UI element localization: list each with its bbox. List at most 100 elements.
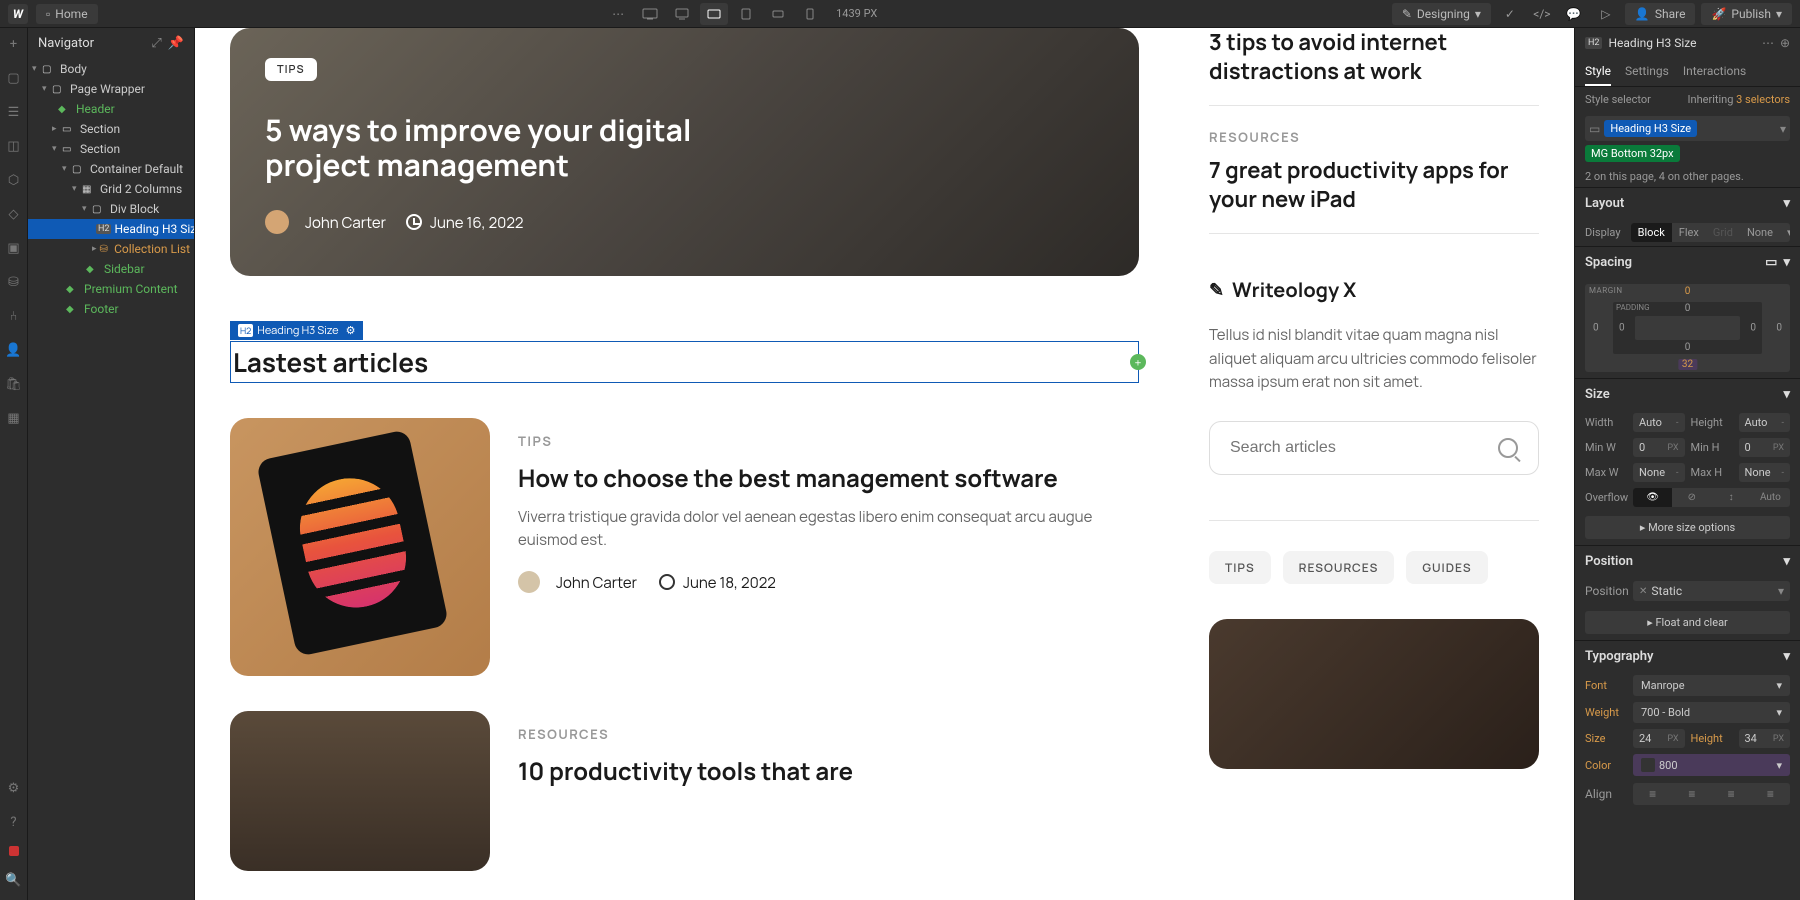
height-input[interactable]: Auto- [1739,413,1791,432]
device-desktop-large[interactable] [636,3,664,25]
variables-icon[interactable]: ⬡ [4,170,24,190]
tag-resources[interactable]: RESOURCES [1283,551,1395,584]
selection-badge[interactable]: H2 Heading H3 Size ⚙ [230,321,363,340]
clear-icon[interactable]: ✕ [1639,586,1647,597]
tab-interactions[interactable]: Interactions [1683,58,1746,86]
display-flex[interactable]: Flex [1672,223,1706,242]
minh-input[interactable]: 0PX [1739,438,1791,457]
pin-icon[interactable]: 📌 [168,36,184,51]
comment-icon[interactable]: 💬 [1561,3,1587,25]
class-chip-combo[interactable]: MG Bottom 32px [1585,145,1680,162]
weight-select[interactable]: 700 - Bold▾ [1633,702,1790,723]
more-options[interactable]: ⋯ [604,3,632,25]
apps-icon[interactable]: ▦ [4,408,24,428]
nav-item-heading-h3[interactable]: H2Heading H3 Size [28,219,194,239]
position-select[interactable]: ✕ Static ▾ [1633,581,1790,601]
search-icon[interactable]: 🔍 [4,870,24,890]
nav-item-header[interactable]: ◆Header [28,99,194,119]
align-right[interactable]: ≡ [1712,783,1751,805]
font-size-input[interactable]: 24PX [1633,729,1685,748]
nav-item-footer[interactable]: ◆Footer [28,299,194,319]
inheriting-link[interactable]: 3 selectors [1736,93,1790,106]
display-block[interactable]: Block [1631,223,1672,242]
search-icon[interactable] [1498,438,1518,458]
align-center[interactable]: ≡ [1672,783,1711,805]
search-box[interactable] [1209,421,1539,475]
gear-icon[interactable]: ⚙ [346,323,356,338]
selected-element[interactable]: Lastest articles + [230,341,1139,383]
font-select[interactable]: Manrope▾ [1633,675,1790,696]
nav-item-div-block[interactable]: ▾▢Div Block [28,199,194,219]
maxh-input[interactable]: None- [1739,463,1791,482]
padding-top[interactable]: 0 [1685,303,1691,314]
article-item[interactable]: RESOURCES 10 productivity tools that are [230,711,1139,871]
section-typography[interactable]: Typography▾ [1575,640,1800,672]
float-and-clear[interactable]: ▸ Float and clear [1585,611,1790,634]
page-selector[interactable]: ▫ Home [36,4,98,24]
ecommerce-icon[interactable]: 🛍 [4,374,24,394]
users-icon[interactable]: 👤 [4,340,24,360]
search-input[interactable] [1230,439,1498,457]
nav-item-page-wrapper[interactable]: ▾▢Page Wrapper [28,79,194,99]
cms-icon[interactable]: ⛁ [4,272,24,292]
help-icon[interactable]: ? [4,812,24,832]
overflow-scroll[interactable]: ↕ [1712,488,1751,507]
nav-item-premium[interactable]: ◆Premium Content [28,279,194,299]
publish-button[interactable]: 🚀 Publish ▾ [1701,3,1792,25]
nav-item-grid[interactable]: ▾▦Grid 2 Columns [28,179,194,199]
add-element-inline[interactable]: + [1130,354,1146,370]
section-size[interactable]: Size▾ [1575,378,1800,410]
overflow-visible[interactable]: 👁 [1633,488,1672,507]
padding-left[interactable]: 0 [1619,323,1625,334]
device-tablet[interactable] [732,3,760,25]
align-left[interactable]: ≡ [1633,783,1672,805]
more-icon[interactable]: ⋯ [1762,36,1774,50]
hero-article-card[interactable]: TIPS 5 ways to improve your digital proj… [230,28,1139,276]
display-more[interactable]: ▾ [1780,223,1790,242]
settings-icon[interactable]: ⚙ [4,778,24,798]
spacing-editor[interactable]: MARGIN 0 32 0 0 PADDING 0 0 0 0 [1585,284,1790,372]
assets-icon[interactable]: ▣ [4,238,24,258]
overflow-auto[interactable]: Auto [1751,488,1790,507]
maxw-input[interactable]: None- [1633,463,1685,482]
navigator-icon[interactable]: ☰ [4,102,24,122]
class-selector[interactable]: ▭ Heading H3 Size ▾ [1585,116,1790,141]
check-icon[interactable]: ✓ [1497,3,1523,25]
margin-top[interactable]: 0 [1685,286,1691,297]
class-chip[interactable]: Heading H3 Size [1604,120,1697,137]
overflow-hidden[interactable]: ⊘ [1672,488,1711,507]
mode-switcher[interactable]: ✎ Designing ▾ [1392,3,1491,25]
design-canvas[interactable]: TIPS 5 ways to improve your digital proj… [195,28,1574,900]
margin-right[interactable]: 0 [1776,323,1782,334]
color-select[interactable]: 800▾ [1633,754,1790,776]
share-button[interactable]: 👤 Share [1625,3,1696,25]
nav-item-body[interactable]: ▾▢Body [28,59,194,79]
line-height-input[interactable]: 34PX [1739,729,1791,748]
tag-guides[interactable]: GUIDES [1406,551,1487,584]
section-spacing[interactable]: Spacing▭▾ [1575,246,1800,278]
margin-left[interactable]: 0 [1593,323,1599,334]
minw-input[interactable]: 0PX [1633,438,1685,457]
tab-settings[interactable]: Settings [1625,58,1669,86]
nav-item-section-2[interactable]: ▾▭Section [28,139,194,159]
code-icon[interactable]: </> [1529,3,1555,25]
preview-icon[interactable]: ▷ [1593,3,1619,25]
section-layout[interactable]: Layout▾ [1575,187,1800,219]
article-item[interactable]: TIPS How to choose the best management s… [230,418,1139,676]
section-position[interactable]: Position▾ [1575,545,1800,577]
device-desktop[interactable] [668,3,696,25]
tag-tips[interactable]: TIPS [1209,551,1271,584]
width-input[interactable]: Auto- [1633,413,1685,432]
padding-bottom[interactable]: 0 [1685,342,1691,353]
styles-icon[interactable]: ◇ [4,204,24,224]
nav-item-sidebar[interactable]: ◆Sidebar [28,259,194,279]
display-none[interactable]: None [1740,223,1780,242]
recorder-icon[interactable] [9,846,19,856]
device-mobile-landscape[interactable] [764,3,792,25]
chevron-down-icon[interactable]: ▾ [1780,122,1786,136]
sidebar-article[interactable]: 3 tips to avoid internet distractions at… [1209,28,1539,106]
collapse-icon[interactable]: ⤢ [151,36,161,51]
device-tablet-landscape[interactable] [700,3,728,25]
padding-right[interactable]: 0 [1750,323,1756,334]
margin-bottom[interactable]: 32 [1678,359,1697,370]
